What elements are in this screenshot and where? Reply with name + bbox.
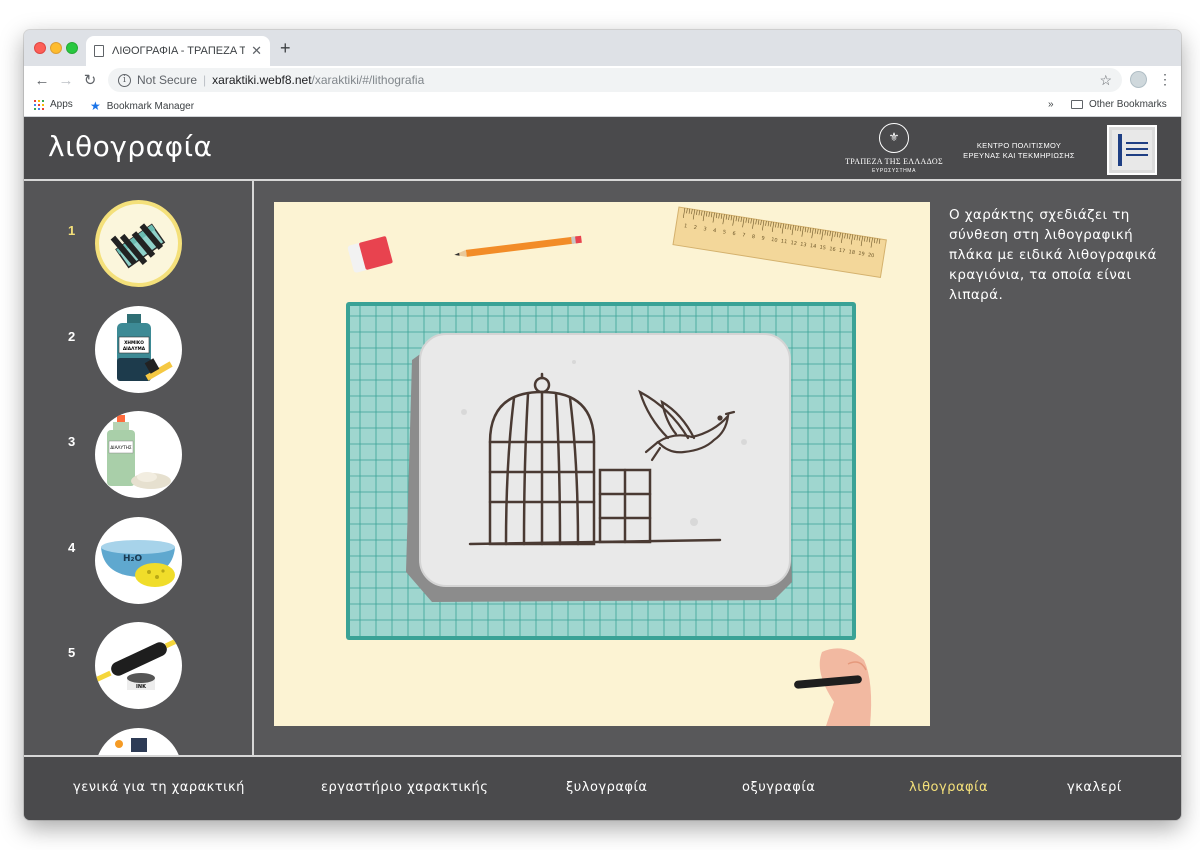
separator: | bbox=[203, 73, 207, 87]
ruler-number: 19 bbox=[858, 251, 865, 258]
close-window-button[interactable] bbox=[34, 42, 46, 54]
tab-strip: ΛΙΘΟΓΡΑΦΙΑ - ΤΡΑΠΕΖΑ ΤΗΣ ✕ + bbox=[24, 30, 1181, 66]
bookmarks-bar: Apps ★ Bookmark Manager » Other Bookmark… bbox=[24, 94, 1181, 117]
apps-grid-icon bbox=[34, 99, 44, 110]
step-image-ink: INK bbox=[95, 622, 182, 709]
reload-icon[interactable]: ↻ bbox=[78, 71, 102, 89]
tab-title: ΛΙΘΟΓΡΑΦΙΑ - ΤΡΑΠΕΖΑ ΤΗΣ bbox=[112, 45, 246, 57]
step-number: 1 bbox=[68, 223, 76, 238]
step-image-solvent: ΔΙΑΛΥΤΗΣ bbox=[95, 411, 182, 498]
ruler-number: 16 bbox=[829, 246, 836, 253]
nav-gallery[interactable]: γκαλερί bbox=[1067, 780, 1122, 795]
minimize-window-button[interactable] bbox=[50, 42, 62, 54]
bank-subtitle: ΕΥΡΩΣΥΣΤΗΜΑ bbox=[871, 168, 917, 174]
ink-roller-icon: INK bbox=[95, 636, 182, 690]
svg-text:INK: INK bbox=[136, 684, 147, 690]
chemical-bottle-icon: ΧΗΜΙΚΟ ΔΙΑΛΥΜΑ bbox=[117, 314, 173, 381]
illustration-canvas: 1 2 3 4 5 6 7 8 9 10 11 12 13 14 15 16 17 18 19 20 bbox=[274, 202, 930, 726]
info-icon[interactable]: i bbox=[118, 73, 131, 87]
browser-toolbar: ← → ↻ i Not Secure | xaraktiki.webf8.net… bbox=[24, 66, 1181, 94]
other-bookmarks-label: Other Bookmarks bbox=[1089, 99, 1167, 110]
main-navigation: γενικά για τη χαρακτική εργαστήριο χαρακ… bbox=[24, 755, 1181, 820]
web-page: λιθογραφία ⚜ ΤΡΑΠΕΖΑ ΤΗΣ ΕΛΛΑΔΟΣ ΕΥΡΩΣΥΣ… bbox=[24, 117, 1181, 820]
solvent-bottle-icon: ΔΙΑΛΥΤΗΣ bbox=[107, 415, 171, 489]
step-4[interactable]: 4 H₂O bbox=[24, 498, 252, 604]
document-icon bbox=[94, 45, 104, 57]
lithographic-stone bbox=[406, 333, 792, 602]
step-6[interactable] bbox=[24, 709, 252, 755]
url-path: /xaraktiki/#/lithografia bbox=[311, 73, 425, 87]
step-number: 2 bbox=[68, 329, 76, 344]
page-title: λιθογραφία bbox=[48, 130, 213, 163]
step-number: 3 bbox=[68, 434, 76, 449]
nav-lithography[interactable]: λιθογραφία bbox=[909, 780, 988, 795]
step-description: Ο χαράκτης σχεδιάζει τη σύνθεση στη λιθο… bbox=[949, 207, 1157, 303]
centre-line-2: ΕΡΕΥΝΑΣ ΚΑΙ ΤΕΚΜΗΡΙΩΣΗΣ bbox=[963, 151, 1075, 160]
museum-logo-icon bbox=[1112, 130, 1152, 170]
steps-sidebar: 1 2 ΧΗΜΙΚΟ ΔΙΑΛΥΜΑ 3 ΔΙΑΛΥΤΗΣ 4 H₂O 5 IN… bbox=[24, 181, 254, 755]
site-header: λιθογραφία ⚜ ΤΡΑΠΕΖΑ ΤΗΣ ΕΛΛΑΔΟΣ ΕΥΡΩΣΥΣ… bbox=[24, 117, 1181, 181]
other-bookmarks[interactable]: Other Bookmarks bbox=[1071, 99, 1167, 110]
browser-window: ΛΙΘΟΓΡΑΦΙΑ - ΤΡΑΠΕΖΑ ΤΗΣ ✕ + ← → ↻ i Not… bbox=[24, 30, 1181, 820]
nav-woodcut[interactable]: ξυλογραφία bbox=[566, 780, 647, 795]
svg-text:ΧΗΜΙΚΟ: ΧΗΜΙΚΟ bbox=[124, 340, 144, 346]
svg-text:H₂O: H₂O bbox=[123, 554, 142, 564]
ruler-number: 14 bbox=[809, 243, 816, 250]
security-label: Not Secure bbox=[137, 73, 198, 87]
bookmark-manager[interactable]: ★ Bookmark Manager bbox=[90, 99, 194, 113]
culture-centre-logo[interactable]: ΚΕΝΤΡΟ ΠΟΛΙΤΙΣΜΟΥ ΕΡΕΥΝΑΣ ΚΑΙ ΤΕΚΜΗΡΙΩΣΗ… bbox=[954, 141, 1084, 161]
bank-emblem-icon: ⚜ bbox=[879, 123, 909, 153]
back-arrow-icon[interactable]: ← bbox=[30, 72, 54, 89]
bookmark-apps[interactable]: Apps bbox=[34, 99, 73, 110]
new-tab-button[interactable]: + bbox=[280, 38, 291, 59]
ruler-number: 11 bbox=[780, 238, 787, 245]
bookmarks-overflow[interactable]: » bbox=[1048, 99, 1054, 110]
step-image-press bbox=[95, 728, 182, 755]
svg-text:ΔΙΑΛΥΤΗΣ: ΔΙΑΛΥΤΗΣ bbox=[110, 445, 132, 451]
svg-text:ΔΙΑΛΥΜΑ: ΔΙΑΛΥΜΑ bbox=[123, 346, 146, 352]
step-image-chemical-solution: ΧΗΜΙΚΟ ΔΙΑΛΥΜΑ bbox=[95, 306, 182, 393]
bank-of-greece-logo[interactable]: ⚜ ΤΡΑΠΕΖΑ ΤΗΣ ΕΛΛΑΔΟΣ ΕΥΡΩΣΥΣΤΗΜΑ bbox=[842, 123, 946, 174]
crayon-box-icon bbox=[110, 223, 166, 269]
ruler-number: 12 bbox=[790, 240, 797, 247]
ruler-number: 13 bbox=[800, 242, 807, 249]
bookmark-apps-label: Apps bbox=[50, 99, 73, 110]
bookmark-manager-label: Bookmark Manager bbox=[106, 100, 195, 112]
water-bowl-icon: H₂O bbox=[101, 540, 175, 587]
step-number: 4 bbox=[68, 540, 76, 555]
ruler-number: 18 bbox=[848, 249, 855, 256]
press-icon bbox=[115, 738, 147, 752]
lithography-illustration: 1 2 3 4 5 6 7 8 9 10 11 12 13 14 15 16 17 18 19 20 bbox=[274, 202, 930, 726]
ruler-number: 10 bbox=[771, 237, 778, 244]
step-3[interactable]: 3 ΔΙΑΛΥΤΗΣ bbox=[24, 392, 252, 498]
nav-general[interactable]: γενικά για τη χαρακτική bbox=[73, 780, 245, 795]
nav-workshop[interactable]: εργαστήριο χαρακτικής bbox=[321, 780, 488, 795]
overflow-label: » bbox=[1048, 99, 1054, 110]
step-2[interactable]: 2 ΧΗΜΙΚΟ ΔΙΑΛΥΜΑ bbox=[24, 287, 252, 393]
maximize-window-button[interactable] bbox=[66, 42, 78, 54]
address-bar[interactable]: i Not Secure | xaraktiki.webf8.net/xarak… bbox=[108, 68, 1122, 92]
url-host: xaraktiki.webf8.net bbox=[212, 73, 312, 87]
ruler-number: 17 bbox=[838, 248, 845, 255]
folder-icon bbox=[1071, 100, 1083, 109]
profile-avatar[interactable] bbox=[1130, 71, 1147, 88]
bookmark-star-icon[interactable]: ☆ bbox=[1099, 72, 1112, 89]
step-5[interactable]: 5 INK bbox=[24, 603, 252, 709]
star-icon: ★ bbox=[90, 99, 101, 113]
bank-name: ΤΡΑΠΕΖΑ ΤΗΣ ΕΛΛΑΔΟΣ bbox=[845, 157, 943, 166]
museum-logo[interactable] bbox=[1107, 125, 1157, 175]
ruler-number: 15 bbox=[819, 245, 826, 252]
step-image-water: H₂O bbox=[95, 517, 182, 604]
more-menu-icon[interactable]: ⋮ bbox=[1158, 71, 1172, 88]
step-image-crayons bbox=[95, 200, 182, 287]
close-tab-icon[interactable]: ✕ bbox=[251, 43, 262, 59]
forward-arrow-icon[interactable]: → bbox=[54, 72, 78, 89]
step-1[interactable]: 1 bbox=[24, 181, 252, 287]
step-number: 5 bbox=[68, 645, 76, 660]
nav-etching[interactable]: οξυγραφία bbox=[742, 780, 815, 795]
ruler-number: 20 bbox=[867, 252, 874, 259]
browser-tab-active[interactable]: ΛΙΘΟΓΡΑΦΙΑ - ΤΡΑΠΕΖΑ ΤΗΣ ✕ bbox=[86, 36, 270, 66]
centre-line-1: ΚΕΝΤΡΟ ΠΟΛΙΤΙΣΜΟΥ bbox=[976, 141, 1062, 150]
